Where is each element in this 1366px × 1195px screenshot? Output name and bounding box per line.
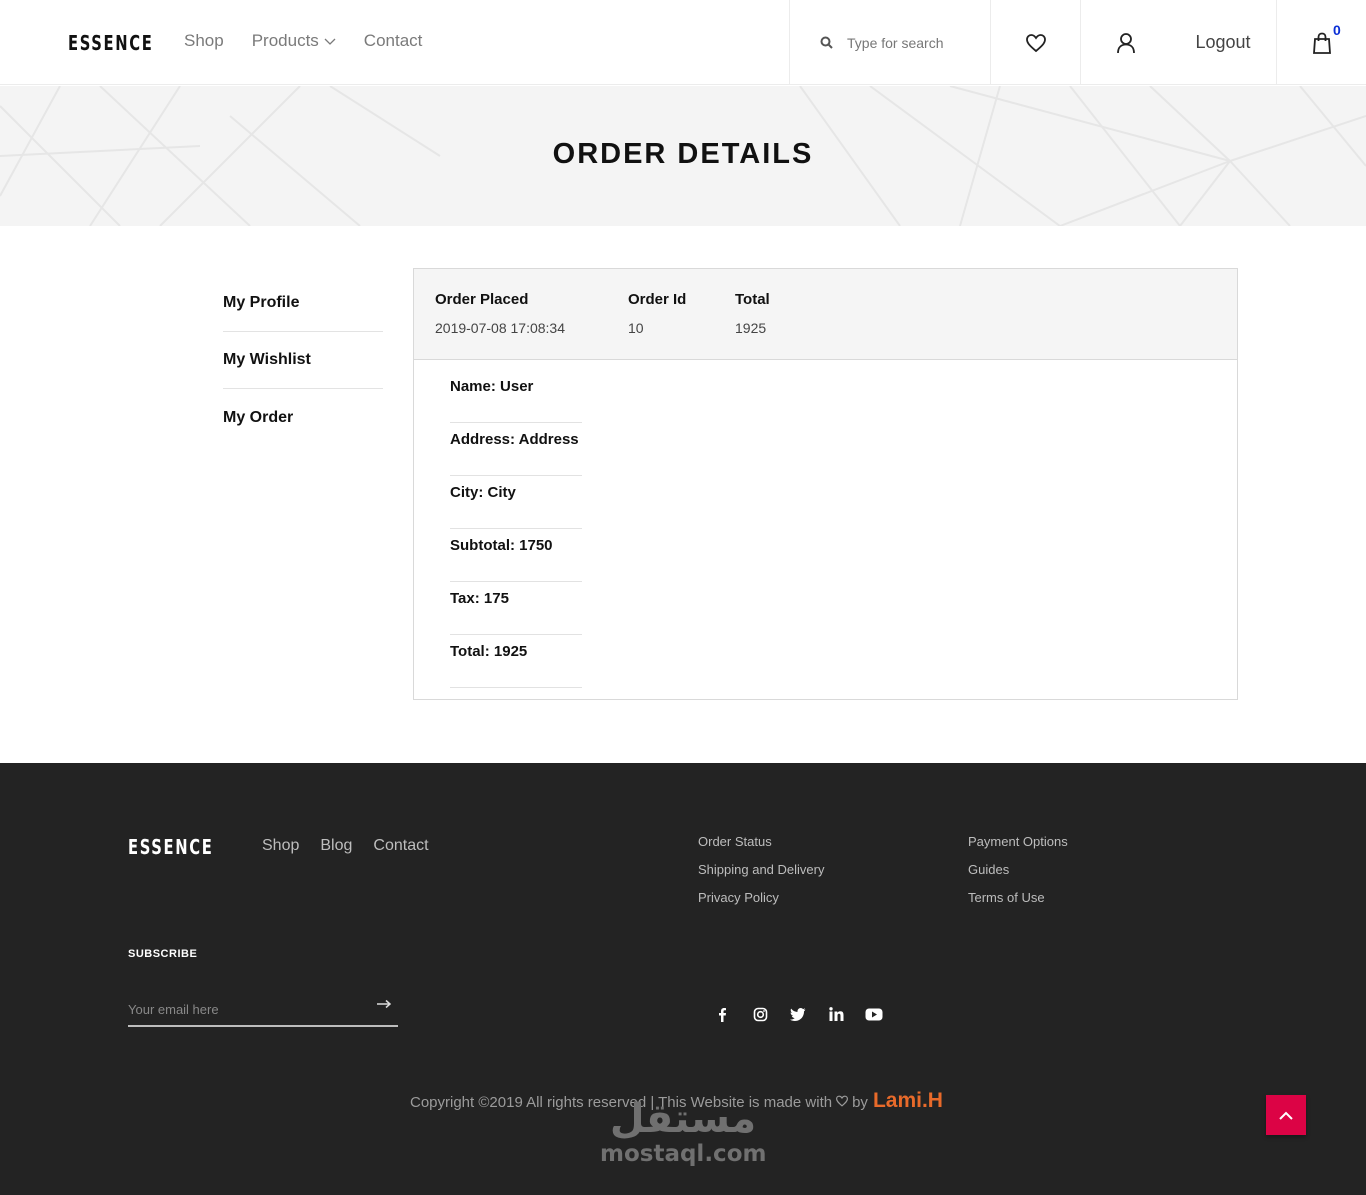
cart-button[interactable]: 0 [1276, 0, 1366, 85]
arrow-right-icon[interactable] [376, 999, 392, 1009]
wishlist-button[interactable] [990, 0, 1080, 85]
footer-nav-contact[interactable]: Contact [373, 837, 428, 855]
order-total-col: Total 1925 [735, 291, 770, 336]
watermark-domain: mostaql.com [600, 1141, 767, 1167]
subscribe-form [128, 997, 398, 1027]
footer-nav-blog[interactable]: Blog [320, 837, 352, 855]
footer-nav: Shop Blog Contact [262, 837, 450, 855]
cart-count-badge: 0 [1333, 22, 1341, 38]
sidebar-item-profile[interactable]: My Profile [223, 275, 383, 332]
order-placed-col: Order Placed 2019-07-08 17:08:34 [435, 291, 565, 336]
page-title: ORDER DETAILS [552, 138, 814, 170]
facebook-icon[interactable] [703, 1003, 741, 1025]
account-sidebar: My Profile My Wishlist My Order [223, 275, 383, 446]
nav-shop[interactable]: Shop [184, 31, 224, 51]
order-placed-value: 2019-07-08 17:08:34 [435, 320, 565, 336]
detail-address: Address: Address [450, 423, 582, 476]
search-icon[interactable] [820, 36, 833, 49]
search-input[interactable] [847, 34, 977, 51]
social-links [703, 1003, 893, 1025]
chevron-up-icon [1279, 1111, 1293, 1120]
header-actions: Logout 0 [789, 0, 1366, 85]
instagram-icon[interactable] [741, 1003, 779, 1025]
nav-products-label: Products [251, 31, 319, 50]
detail-total: Total: 1925 [450, 635, 582, 688]
order-id-label: Order Id [628, 291, 687, 308]
order-summary-header: Order Placed 2019-07-08 17:08:34 Order I… [414, 269, 1237, 360]
chevron-down-icon [324, 38, 336, 45]
page-banner: ORDER DETAILS [0, 86, 1366, 226]
detail-tax: Tax: 175 [450, 582, 582, 635]
logout-link[interactable]: Logout [1170, 0, 1276, 85]
scroll-to-top-button[interactable] [1266, 1095, 1306, 1135]
twitter-icon[interactable] [779, 1003, 817, 1025]
nav-contact[interactable]: Contact [364, 31, 423, 51]
email-field[interactable] [128, 997, 358, 1021]
footer-nav-shop[interactable]: Shop [262, 837, 299, 855]
detail-name: Name: User [450, 374, 582, 423]
shopping-bag-icon [1312, 32, 1331, 54]
footer-link-privacy[interactable]: Privacy Policy [698, 890, 824, 918]
order-id-col: Order Id 10 [628, 291, 686, 336]
heart-icon [836, 1095, 849, 1107]
detail-city: City: City [450, 476, 582, 529]
order-total-label: Total [735, 291, 770, 308]
copyright-line: Copyright ©2019 All rights reserved | Th… [410, 1089, 943, 1113]
main-nav: Shop Products Contact [184, 31, 450, 51]
account-button[interactable] [1080, 0, 1170, 85]
site-logo[interactable]: ESSENCE [68, 31, 153, 55]
order-placed-label: Order Placed [435, 291, 529, 308]
detail-subtotal: Subtotal: 1750 [450, 529, 582, 582]
user-icon [1116, 32, 1135, 53]
order-details-list: Name: User Address: Address City: City S… [450, 374, 582, 688]
footer-link-terms[interactable]: Terms of Use [968, 890, 1068, 918]
copyright-by: by [852, 1094, 868, 1111]
site-footer: ESSENCE Shop Blog Contact Order Status S… [0, 763, 1366, 1195]
footer-link-guides[interactable]: Guides [968, 862, 1068, 890]
nav-products[interactable]: Products [252, 31, 336, 51]
footer-link-order-status[interactable]: Order Status [698, 834, 824, 862]
footer-link-shipping[interactable]: Shipping and Delivery [698, 862, 824, 890]
search-box [789, 0, 990, 85]
copyright-text: Copyright ©2019 All rights reserved | Th… [410, 1094, 833, 1111]
linkedin-icon[interactable] [817, 1003, 855, 1025]
site-header: ESSENCE Shop Products Contact Logout 0 [0, 0, 1366, 85]
sidebar-item-order[interactable]: My Order [223, 389, 383, 446]
order-id-value: 10 [628, 320, 644, 336]
footer-logo[interactable]: ESSENCE [128, 835, 213, 859]
youtube-icon[interactable] [855, 1003, 893, 1025]
footer-link-payment[interactable]: Payment Options [968, 834, 1068, 862]
sidebar-item-wishlist[interactable]: My Wishlist [223, 332, 383, 389]
author-link[interactable]: Lami.H [873, 1089, 943, 1113]
order-card: Order Placed 2019-07-08 17:08:34 Order I… [413, 268, 1238, 700]
heart-icon [1025, 33, 1046, 52]
order-total-value: 1925 [735, 320, 767, 336]
footer-links-col-1: Order Status Shipping and Delivery Priva… [698, 834, 824, 918]
footer-links-col-2: Payment Options Guides Terms of Use [968, 834, 1068, 918]
subscribe-heading: SUBSCRIBE [128, 948, 198, 960]
